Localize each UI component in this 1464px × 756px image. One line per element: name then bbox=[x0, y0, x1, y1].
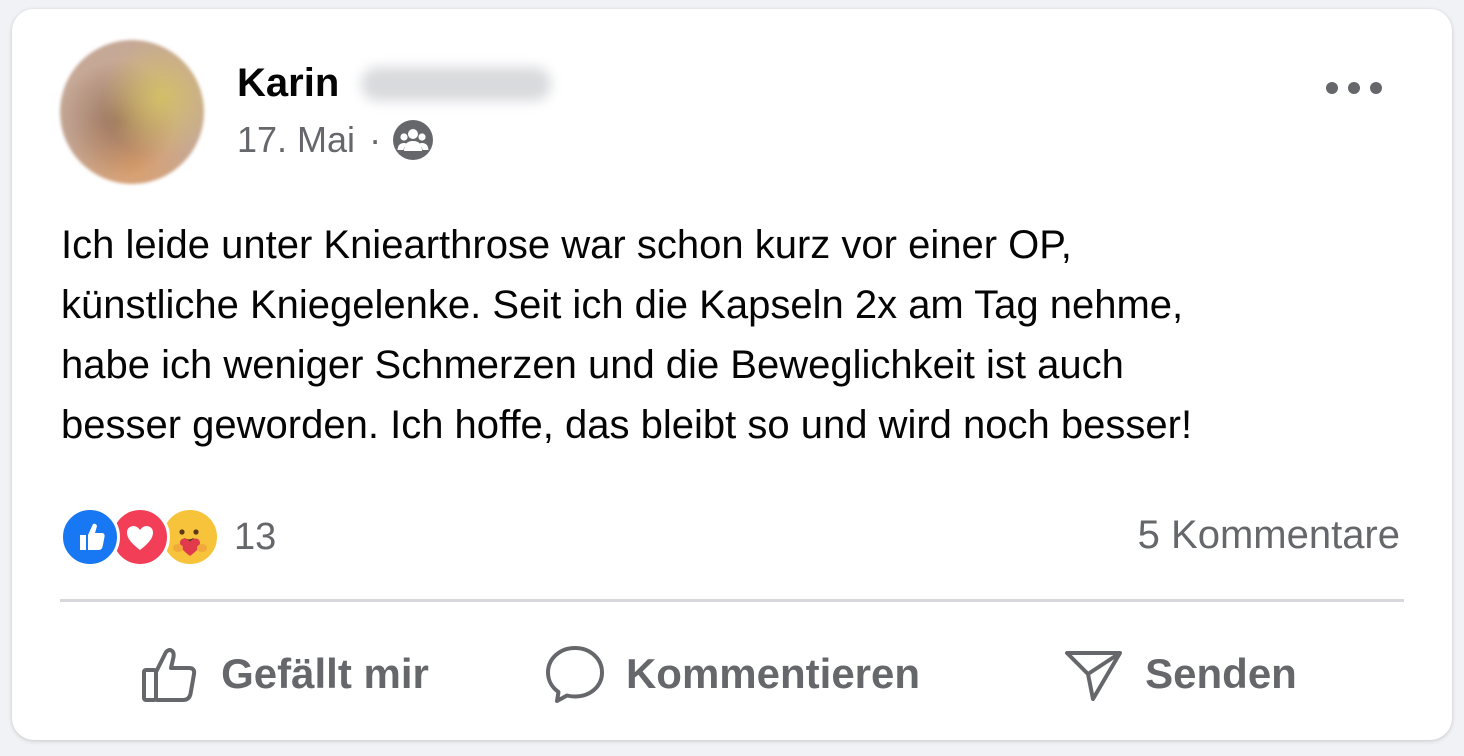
author-surname-redacted bbox=[361, 66, 552, 101]
send-button[interactable]: Senden bbox=[956, 629, 1404, 719]
more-options-button[interactable] bbox=[1326, 73, 1382, 103]
comment-bubble-icon bbox=[544, 643, 606, 705]
comment-button-label: Kommentieren bbox=[625, 650, 921, 697]
action-bar: Gefällt mir Kommentieren Senden bbox=[60, 629, 1404, 719]
post-meta: 17. Mai · bbox=[237, 119, 434, 161]
divider bbox=[60, 599, 1404, 602]
avatar[interactable] bbox=[60, 40, 204, 184]
author-name[interactable]: Karin bbox=[237, 61, 339, 106]
send-icon bbox=[1063, 643, 1125, 705]
reaction-count: 13 bbox=[234, 515, 277, 558]
thumbs-up-icon bbox=[139, 643, 201, 705]
friends-icon[interactable] bbox=[393, 120, 434, 160]
meta-separator: · bbox=[369, 119, 382, 160]
more-dot-icon bbox=[1348, 82, 1360, 94]
comments-count-link[interactable]: 5 Kommentare bbox=[1138, 513, 1400, 558]
post-author: Karin bbox=[237, 61, 552, 106]
more-dot-icon bbox=[1326, 82, 1338, 94]
like-button-label: Gefällt mir bbox=[221, 650, 429, 697]
post-text: Ich leide unter Kniearthrose war schon k… bbox=[61, 223, 1193, 447]
like-reaction-icon bbox=[60, 507, 120, 567]
reactions-summary[interactable]: 13 bbox=[60, 507, 276, 567]
send-button-label: Senden bbox=[1145, 650, 1297, 697]
post-date[interactable]: 17. Mai bbox=[237, 119, 355, 161]
like-button[interactable]: Gefällt mir bbox=[60, 629, 508, 719]
more-dot-icon bbox=[1370, 82, 1382, 94]
comment-button[interactable]: Kommentieren bbox=[508, 629, 956, 719]
post-card: Karin 17. Mai · Ich leide unter Kniearth… bbox=[12, 9, 1452, 740]
